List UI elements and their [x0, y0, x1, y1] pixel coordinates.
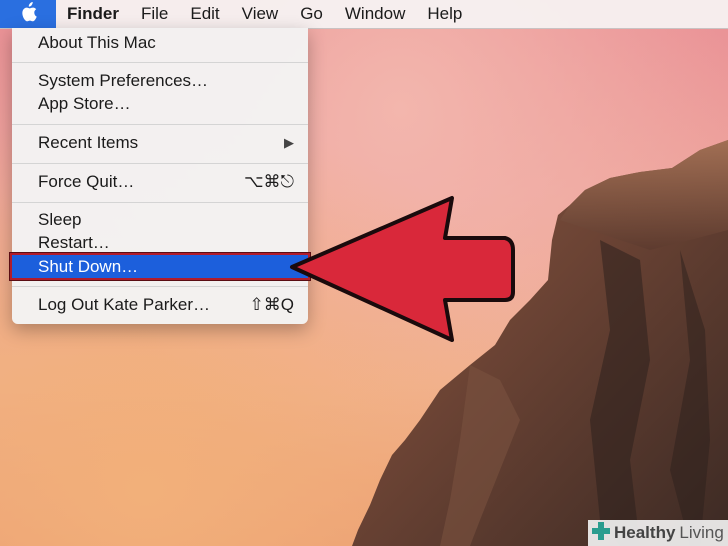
- watermark-brand-light: Living: [679, 523, 724, 542]
- plus-logo-icon: [592, 521, 610, 545]
- red-pointer-arrow-icon: [290, 196, 515, 342]
- watermark-brand-bold: Healthy: [614, 523, 676, 542]
- healthy-living-watermark: Healthy Living: [588, 520, 728, 546]
